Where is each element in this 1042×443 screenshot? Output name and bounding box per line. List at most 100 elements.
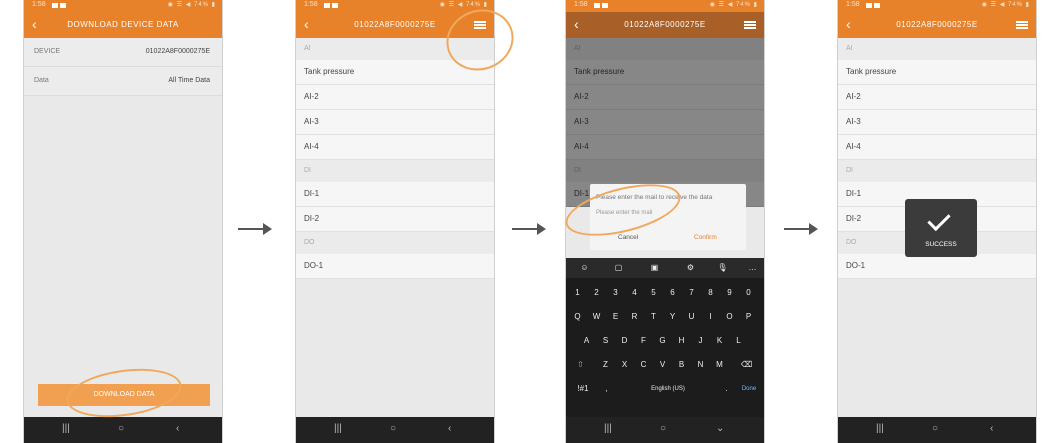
- key[interactable]: 3: [607, 282, 624, 304]
- flow-arrow: [238, 223, 272, 235]
- key[interactable]: U: [683, 306, 700, 328]
- system-nav-bar: ||| ○ ‹: [24, 417, 222, 443]
- home-icon[interactable]: ○: [660, 423, 666, 434]
- notification-icon: [332, 3, 338, 8]
- back-nav-icon[interactable]: ‹: [990, 423, 993, 434]
- app-bar: ‹ 01022A8F0000275E: [566, 12, 764, 38]
- key[interactable]: K: [711, 330, 728, 352]
- sticker-icon[interactable]: ▣: [646, 258, 663, 278]
- list-item: Tank pressure: [566, 60, 764, 85]
- key[interactable]: 4: [626, 282, 643, 304]
- flow-arrow: [784, 223, 818, 235]
- period-key[interactable]: .: [718, 378, 735, 400]
- keyboard-row-3: ⇧ Z X C V B N M ⌫: [566, 354, 764, 376]
- key[interactable]: 1: [569, 282, 586, 304]
- key[interactable]: G: [654, 330, 671, 352]
- key[interactable]: E: [607, 306, 624, 328]
- key[interactable]: S: [597, 330, 614, 352]
- menu-icon[interactable]: [744, 21, 756, 29]
- cancel-button[interactable]: Cancel: [618, 234, 638, 241]
- key[interactable]: A: [578, 330, 595, 352]
- backspace-icon[interactable]: ⌫: [738, 354, 755, 376]
- key[interactable]: P: [740, 306, 757, 328]
- list-item[interactable]: DO-1: [296, 254, 494, 279]
- list-item[interactable]: DO-1: [838, 254, 1036, 279]
- key[interactable]: D: [616, 330, 633, 352]
- recents-icon[interactable]: |||: [62, 423, 70, 434]
- key[interactable]: 2: [588, 282, 605, 304]
- done-key[interactable]: Done: [738, 378, 760, 400]
- key[interactable]: Q: [569, 306, 586, 328]
- key[interactable]: J: [692, 330, 709, 352]
- section-header-di: DI: [566, 160, 764, 182]
- channel-list: AI Tank pressure AI-2 AI-3 AI-4 DI DI-1: [566, 38, 764, 207]
- data-range-field[interactable]: Data All Time Data: [24, 67, 222, 96]
- list-item[interactable]: Tank pressure: [838, 60, 1036, 85]
- space-key[interactable]: English (US): [620, 378, 716, 400]
- hide-keyboard-icon[interactable]: ⌄: [716, 423, 724, 434]
- settings-icon[interactable]: ⚙: [682, 258, 699, 278]
- home-icon[interactable]: ○: [390, 423, 396, 434]
- back-nav-icon[interactable]: ‹: [176, 423, 179, 434]
- data-range-value[interactable]: All Time Data: [168, 67, 210, 95]
- key[interactable]: B: [673, 354, 690, 376]
- key[interactable]: Y: [664, 306, 681, 328]
- flow-arrow: [512, 223, 546, 235]
- list-item[interactable]: DI-1: [296, 182, 494, 207]
- list-item[interactable]: AI-3: [838, 110, 1036, 135]
- recents-icon[interactable]: |||: [334, 423, 342, 434]
- home-icon[interactable]: ○: [932, 423, 938, 434]
- key[interactable]: 6: [664, 282, 681, 304]
- list-item[interactable]: AI-3: [296, 110, 494, 135]
- key[interactable]: O: [721, 306, 738, 328]
- success-toast: SUCCESS: [905, 199, 977, 257]
- mic-icon[interactable]: 🎙: [714, 258, 731, 278]
- key[interactable]: H: [673, 330, 690, 352]
- key[interactable]: 7: [683, 282, 700, 304]
- status-time: 1:58: [574, 1, 588, 8]
- key[interactable]: I: [702, 306, 719, 328]
- key[interactable]: W: [588, 306, 605, 328]
- key[interactable]: 8: [702, 282, 719, 304]
- comma-key[interactable]: ,: [598, 378, 615, 400]
- key[interactable]: T: [645, 306, 662, 328]
- more-icon[interactable]: …: [744, 258, 761, 278]
- key[interactable]: V: [654, 354, 671, 376]
- confirm-button[interactable]: Confirm: [694, 234, 717, 241]
- key[interactable]: 9: [721, 282, 738, 304]
- list-item[interactable]: AI-4: [838, 135, 1036, 160]
- list-item[interactable]: AI-4: [296, 135, 494, 160]
- symbols-key[interactable]: !#1: [572, 378, 594, 400]
- key[interactable]: 0: [740, 282, 757, 304]
- recents-icon[interactable]: |||: [876, 423, 884, 434]
- keyboard-toolbar: ☺ ▢ ▣ ⚙ 🎙 …: [566, 258, 764, 278]
- key[interactable]: L: [730, 330, 747, 352]
- key[interactable]: F: [635, 330, 652, 352]
- key[interactable]: 5: [645, 282, 662, 304]
- status-bar: 1:58 ◉ ☰ ◀ 74% ▮: [566, 0, 764, 12]
- key[interactable]: R: [626, 306, 643, 328]
- back-nav-icon[interactable]: ‹: [448, 423, 451, 434]
- home-icon[interactable]: ○: [118, 423, 124, 434]
- device-value: 01022A8F0000275E: [145, 48, 210, 55]
- recents-icon[interactable]: |||: [604, 423, 612, 434]
- key[interactable]: X: [616, 354, 633, 376]
- list-item[interactable]: DI-2: [296, 207, 494, 232]
- key[interactable]: C: [635, 354, 652, 376]
- emoji-icon[interactable]: ☺: [576, 258, 593, 278]
- system-nav-bar: ||| ○ ‹: [838, 417, 1036, 443]
- phone-screen-success: 1:58 ◉ ☰ ◀ 74% ▮ ‹ 01022A8F0000275E AI T…: [838, 0, 1036, 443]
- shift-icon[interactable]: ⇧: [572, 354, 589, 376]
- key[interactable]: M: [711, 354, 728, 376]
- list-item[interactable]: AI-2: [838, 85, 1036, 110]
- section-header-ai: AI: [838, 38, 1036, 60]
- key[interactable]: Z: [597, 354, 614, 376]
- clipboard-icon[interactable]: ▢: [610, 258, 627, 278]
- list-item[interactable]: AI-2: [296, 85, 494, 110]
- system-nav-bar: ||| ○ ‹: [296, 417, 494, 443]
- channel-list: AI Tank pressure AI-2 AI-3 AI-4 DI DI-1 …: [296, 38, 494, 279]
- menu-icon[interactable]: [1016, 21, 1028, 29]
- key[interactable]: N: [692, 354, 709, 376]
- status-bar: 1:58 ◉ ☰ ◀ 74% ▮: [24, 0, 222, 12]
- notification-icon: [594, 3, 600, 8]
